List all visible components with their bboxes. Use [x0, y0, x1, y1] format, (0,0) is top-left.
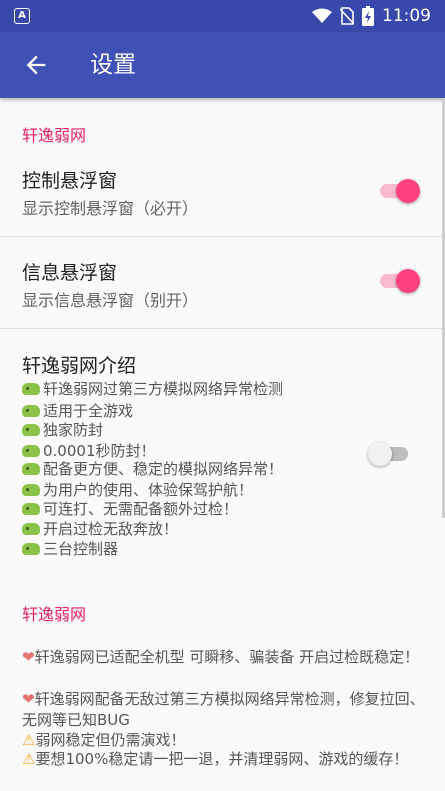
arrow-back-icon[interactable]: [22, 51, 50, 79]
warning-icon: ⚠: [22, 731, 36, 749]
intro-line: 配备更方便、稳定的模拟网络异常！: [22, 458, 283, 479]
intro-line: 适用于全游戏: [22, 400, 133, 421]
pref-summary: 显示控制悬浮窗（必开）: [22, 199, 199, 218]
divider: [0, 328, 442, 329]
info-overlay-switch[interactable]: [376, 267, 420, 295]
notice-item: ⚠弱网稳定但仍需演戏！: [22, 731, 186, 749]
status-icons: 11:09: [312, 4, 431, 28]
clock: 11:09: [382, 6, 431, 26]
pref-title: 控制悬浮窗: [22, 170, 118, 192]
page-title: 设置: [90, 52, 136, 78]
app-notification-icon: A: [14, 8, 30, 24]
intro-line: 独家防封: [22, 419, 103, 440]
intro-line: 可连打、无需配备额外过检！: [22, 498, 238, 519]
intro-line: 三台控制器: [22, 538, 118, 559]
pref-title: 信息悬浮窗: [22, 262, 118, 284]
warning-icon: ⚠: [22, 750, 36, 768]
wifi-icon: [312, 8, 332, 23]
no-sim-icon: [340, 7, 354, 25]
gamepad-icon: [22, 405, 40, 417]
status-bar: A 11:09: [0, 0, 445, 32]
intro-switch[interactable]: [368, 440, 412, 468]
intro-line: 为用户的使用、体验保驾护航！: [22, 479, 253, 500]
gamepad-icon: [22, 445, 40, 457]
intro-line: 轩逸弱网过第三方模拟网络异常检测: [22, 378, 283, 399]
control-overlay-switch[interactable]: [376, 177, 420, 205]
divider: [0, 236, 442, 237]
gamepad-icon: [22, 463, 40, 475]
heart-icon: ❤: [22, 690, 35, 708]
gamepad-icon: [22, 523, 40, 535]
gamepad-icon: [22, 424, 40, 436]
pref-summary: 显示信息悬浮窗（别开）: [22, 291, 199, 310]
category-header: 轩逸弱网: [22, 605, 87, 624]
gamepad-icon: [22, 383, 40, 395]
category-header: 轩逸弱网: [22, 126, 87, 145]
notice-item: ❤轩逸弱网配备无敌过第三方模拟网络异常检测，修复拉回、无网等已知BUG: [22, 690, 425, 729]
gamepad-icon: [22, 484, 40, 496]
battery-charging-icon: [362, 6, 374, 26]
intro-line: 开启过检无敌奔放！: [22, 518, 178, 539]
app-bar: 设置: [0, 32, 445, 98]
gamepad-icon: [22, 503, 40, 515]
notice-item: ⚠要想100%稳定请一把一退，并清理弱网、游戏的缓存！: [22, 750, 409, 768]
notice-item: ❤轩逸弱网已适配全机型 可瞬移、骗装备 开启过检既稳定！: [22, 648, 420, 666]
pref-title: 轩逸弱网介绍: [22, 355, 137, 377]
gamepad-icon: [22, 543, 40, 555]
heart-icon: ❤: [22, 648, 35, 666]
